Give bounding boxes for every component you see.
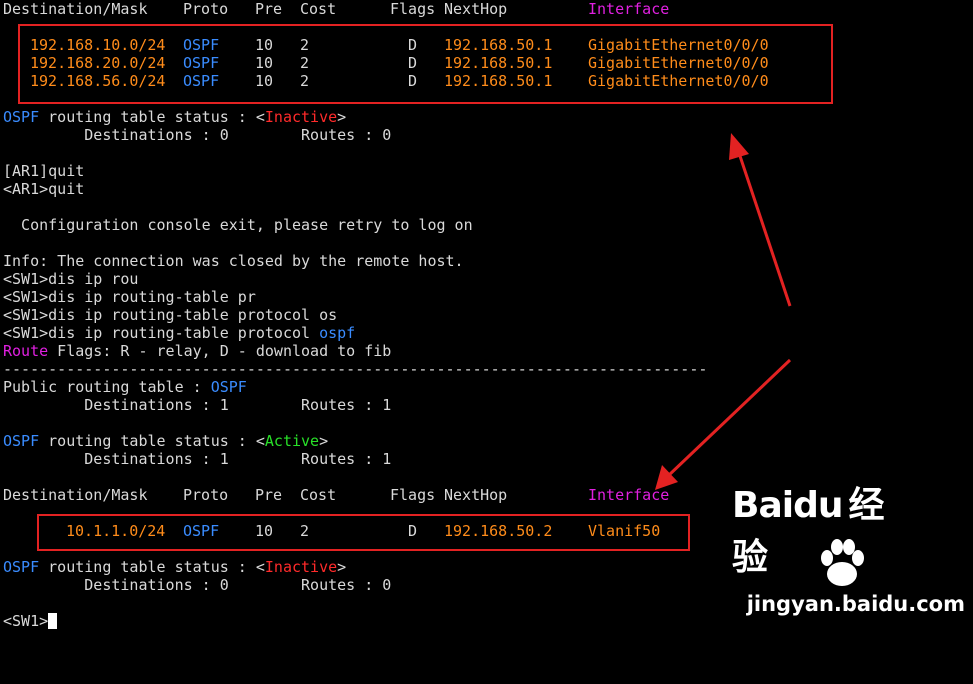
watermark-brand: Baidu 经验 xyxy=(732,485,884,578)
arrow-down-icon xyxy=(655,358,792,490)
terminal-window[interactable]: Destination/Mask Proto Pre Cost Flags Ne… xyxy=(0,0,973,640)
baidu-jingyan-watermark: Baidu 经验 jingyan.baidu.com xyxy=(732,485,967,620)
arrow-up-icon xyxy=(729,133,792,307)
watermark-url: jingyan.baidu.com xyxy=(746,592,965,616)
